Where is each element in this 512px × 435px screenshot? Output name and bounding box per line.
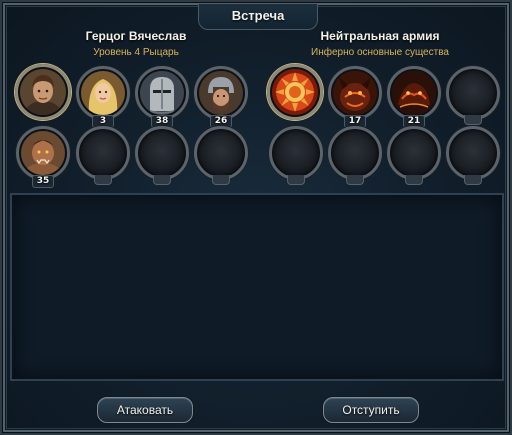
dialog-title-bar: Встреча <box>198 4 318 30</box>
slot-count-tab <box>346 175 364 185</box>
orc-warrior-portrait-icon <box>21 131 65 175</box>
retreat-button[interactable]: Отступить <box>323 397 419 423</box>
hero-portrait-icon <box>20 69 66 115</box>
enemy-empty-slot[interactable] <box>446 66 500 125</box>
combat-info-panel <box>10 193 504 381</box>
player-unit-slot[interactable]: 3 <box>76 66 130 128</box>
encounter-dialog: Встреча Герцог Вячеслав Уровень 4 Рыцарь… <box>0 0 512 435</box>
dialog-title: Встреча <box>231 8 285 23</box>
player-hero-name: Герцог Вячеслав <box>85 29 187 43</box>
soldier-helmet-portrait-icon <box>199 71 243 115</box>
enemy-empty-slot[interactable] <box>328 126 382 185</box>
player-empty-slot[interactable] <box>135 126 189 185</box>
knight-helmet-portrait-icon <box>140 71 184 115</box>
slot-count-tab <box>94 175 112 185</box>
hell-hound-portrait-icon <box>392 71 436 115</box>
enemy-army-name: Нейтральная армия <box>320 29 440 43</box>
enemy-empty-slot[interactable] <box>387 126 441 185</box>
player-unit-slot[interactable]: 26 <box>194 66 248 128</box>
player-empty-slot[interactable] <box>194 126 248 185</box>
slot-count-tab <box>212 175 230 185</box>
slot-count-tab <box>153 175 171 185</box>
inferno-sun-emblem-icon <box>272 69 318 115</box>
enemy-unit-slot[interactable]: 21 <box>387 66 441 128</box>
enemy-header: Нейтральная армия Инферно основные сущес… <box>260 29 500 58</box>
player-hero-subtitle: Уровень 4 Рыцарь <box>93 47 179 58</box>
player-header: Герцог Вячеслав Уровень 4 Рыцарь <box>16 29 256 58</box>
attack-button[interactable]: Атаковать <box>97 397 193 423</box>
enemy-empty-slot[interactable] <box>269 126 323 185</box>
enemy-empty-slot[interactable] <box>446 126 500 185</box>
enemy-army-subtitle: Инферно основные существа <box>311 47 449 58</box>
enemy-unit-slot[interactable]: 17 <box>328 66 382 128</box>
lava-demon-portrait-icon <box>333 71 377 115</box>
player-empty-slot[interactable] <box>76 126 130 185</box>
player-hero-slot[interactable] <box>15 64 71 120</box>
player-unit-slot[interactable]: 38 <box>135 66 189 128</box>
blonde-woman-portrait-icon <box>81 71 125 115</box>
slot-count-tab <box>405 175 423 185</box>
slot-count-tab <box>287 175 305 185</box>
slot-count-tab <box>464 175 482 185</box>
enemy-faction-slot[interactable] <box>267 64 323 120</box>
unit-count: 35 <box>32 175 54 188</box>
slot-count-tab <box>464 115 482 125</box>
player-unit-slot[interactable]: 35 <box>16 126 70 188</box>
